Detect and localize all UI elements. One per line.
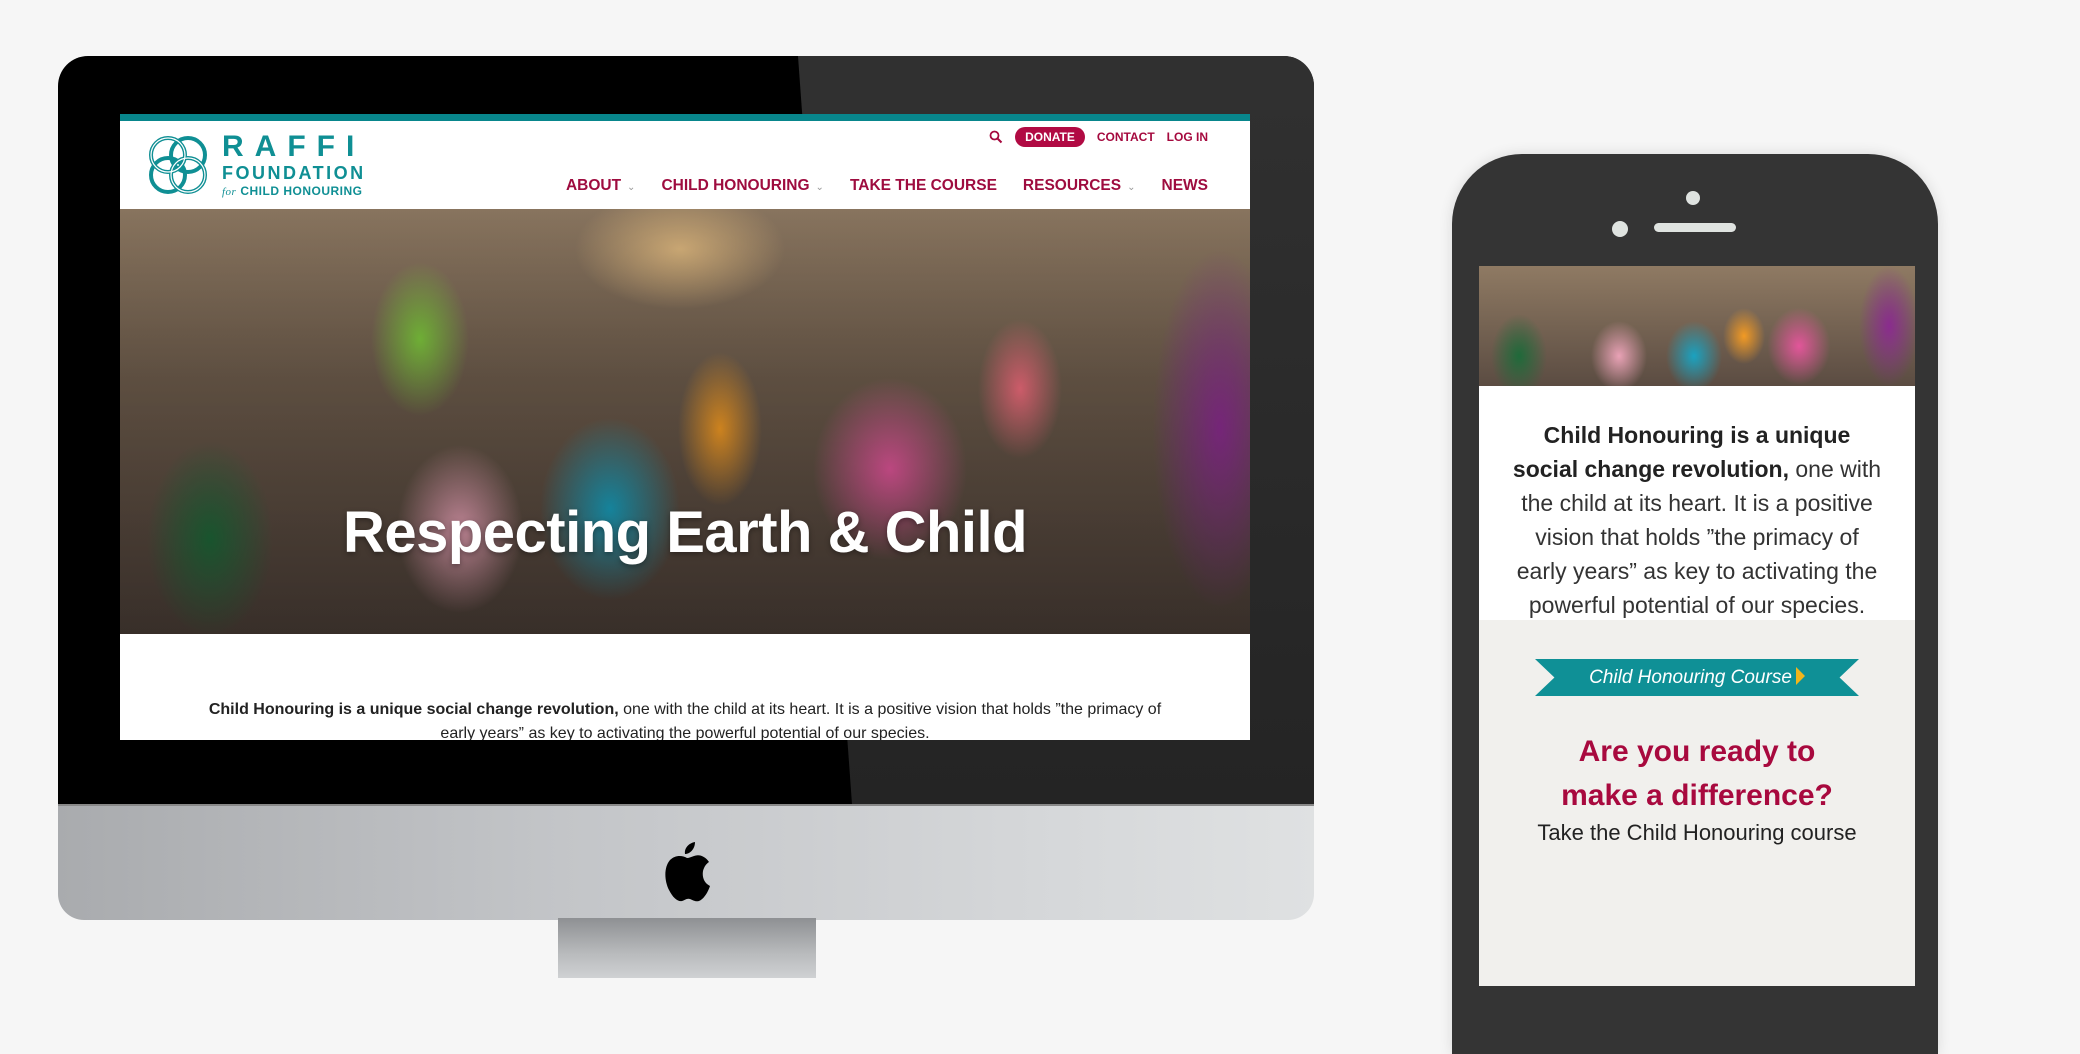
hero-overlay <box>120 209 1250 634</box>
logo-foundation: FOUNDATION <box>222 163 366 183</box>
course-section: Child Honouring Course Are you ready to m… <box>1479 620 1915 986</box>
chevron-down-icon: ⌄ <box>815 182 824 193</box>
intro-paragraph: Child Honouring is a unique social chang… <box>120 634 1250 740</box>
logo-tagline-text: CHILD HONOURING <box>240 184 363 198</box>
desktop-screen: RAFFI FOUNDATION for CHILD HONOURING DONA… <box>120 114 1250 740</box>
course-heading: Are you ready to make a difference? <box>1479 730 1915 818</box>
imac-chin <box>58 804 1314 920</box>
nav-item-child-honouring[interactable]: CHILD HONOURING ⌄ <box>661 177 824 195</box>
header-accent-bar <box>120 114 1250 121</box>
course-heading-line: make a difference? <box>1561 779 1833 812</box>
apple-logo-icon <box>665 842 710 902</box>
search-icon[interactable] <box>989 130 1003 144</box>
nav-label: ABOUT <box>565 177 622 194</box>
nav-label: NEWS <box>1161 177 1209 194</box>
nav-item-resources[interactable]: RESOURCES ⌄ <box>1023 177 1136 195</box>
play-arrow-icon <box>1795 667 1805 685</box>
nav-item-take-the-course[interactable]: TAKE THE COURSE <box>850 177 997 195</box>
proximity-sensor <box>1612 221 1628 237</box>
main-nav: ABOUT ⌄ CHILD HONOURING ⌄ TAKE THE COURSE … <box>566 177 1208 195</box>
site-logo[interactable]: RAFFI FOUNDATION for CHILD HONOURING <box>144 131 366 199</box>
course-text: Take the Child Honouring course <box>1537 820 1857 845</box>
logo-tagline-for: for <box>222 186 237 198</box>
nav-label: RESOURCES <box>1022 177 1122 194</box>
earpiece-speaker <box>1654 223 1736 232</box>
celtic-knot-logo-icon <box>149 136 207 194</box>
intro-bold: Child Honouring is a unique social chang… <box>208 701 619 718</box>
course-ribbon-link[interactable]: Child Honouring Course <box>1535 659 1859 696</box>
chevron-down-icon: ⌄ <box>1127 182 1136 193</box>
nav-item-about[interactable]: ABOUT ⌄ <box>566 177 636 195</box>
hero-title: Respecting Earth & Child <box>342 500 1028 565</box>
utility-nav: DONATE CONTACT LOG IN <box>989 127 1208 147</box>
logo-name: RAFFI <box>222 130 366 163</box>
phone-mockup: Child Honouring is a unique social chang… <box>1452 154 1938 1054</box>
nav-label: TAKE THE COURSE <box>849 177 997 194</box>
mobile-hero-image <box>1479 266 1915 386</box>
nav-label: CHILD HONOURING <box>661 177 810 194</box>
logo-tagline: for CHILD HONOURING <box>222 185 366 198</box>
imac-mockup: RAFFI FOUNDATION for CHILD HONOURING DONA… <box>58 56 1314 978</box>
nav-item-news[interactable]: NEWS <box>1162 177 1209 195</box>
imac-stand <box>558 918 816 978</box>
mobile-intro-paragraph: Child Honouring is a unique social chang… <box>1479 386 1915 622</box>
contact-link[interactable]: CONTACT <box>1097 130 1155 144</box>
course-ribbon-label: Child Honouring Course <box>1589 667 1792 688</box>
front-camera <box>1686 191 1700 205</box>
course-heading-line: Are you ready to <box>1578 735 1816 768</box>
chevron-down-icon: ⌄ <box>627 182 636 193</box>
login-link[interactable]: LOG IN <box>1167 130 1208 144</box>
hero-image-children: Respecting Earth & Child <box>120 209 1250 634</box>
site-header: RAFFI FOUNDATION for CHILD HONOURING DONA… <box>120 121 1250 209</box>
imac-bezel: RAFFI FOUNDATION for CHILD HONOURING DONA… <box>58 56 1314 804</box>
donate-button[interactable]: DONATE <box>1015 127 1085 147</box>
mobile-screen: Child Honouring is a unique social chang… <box>1479 266 1915 986</box>
